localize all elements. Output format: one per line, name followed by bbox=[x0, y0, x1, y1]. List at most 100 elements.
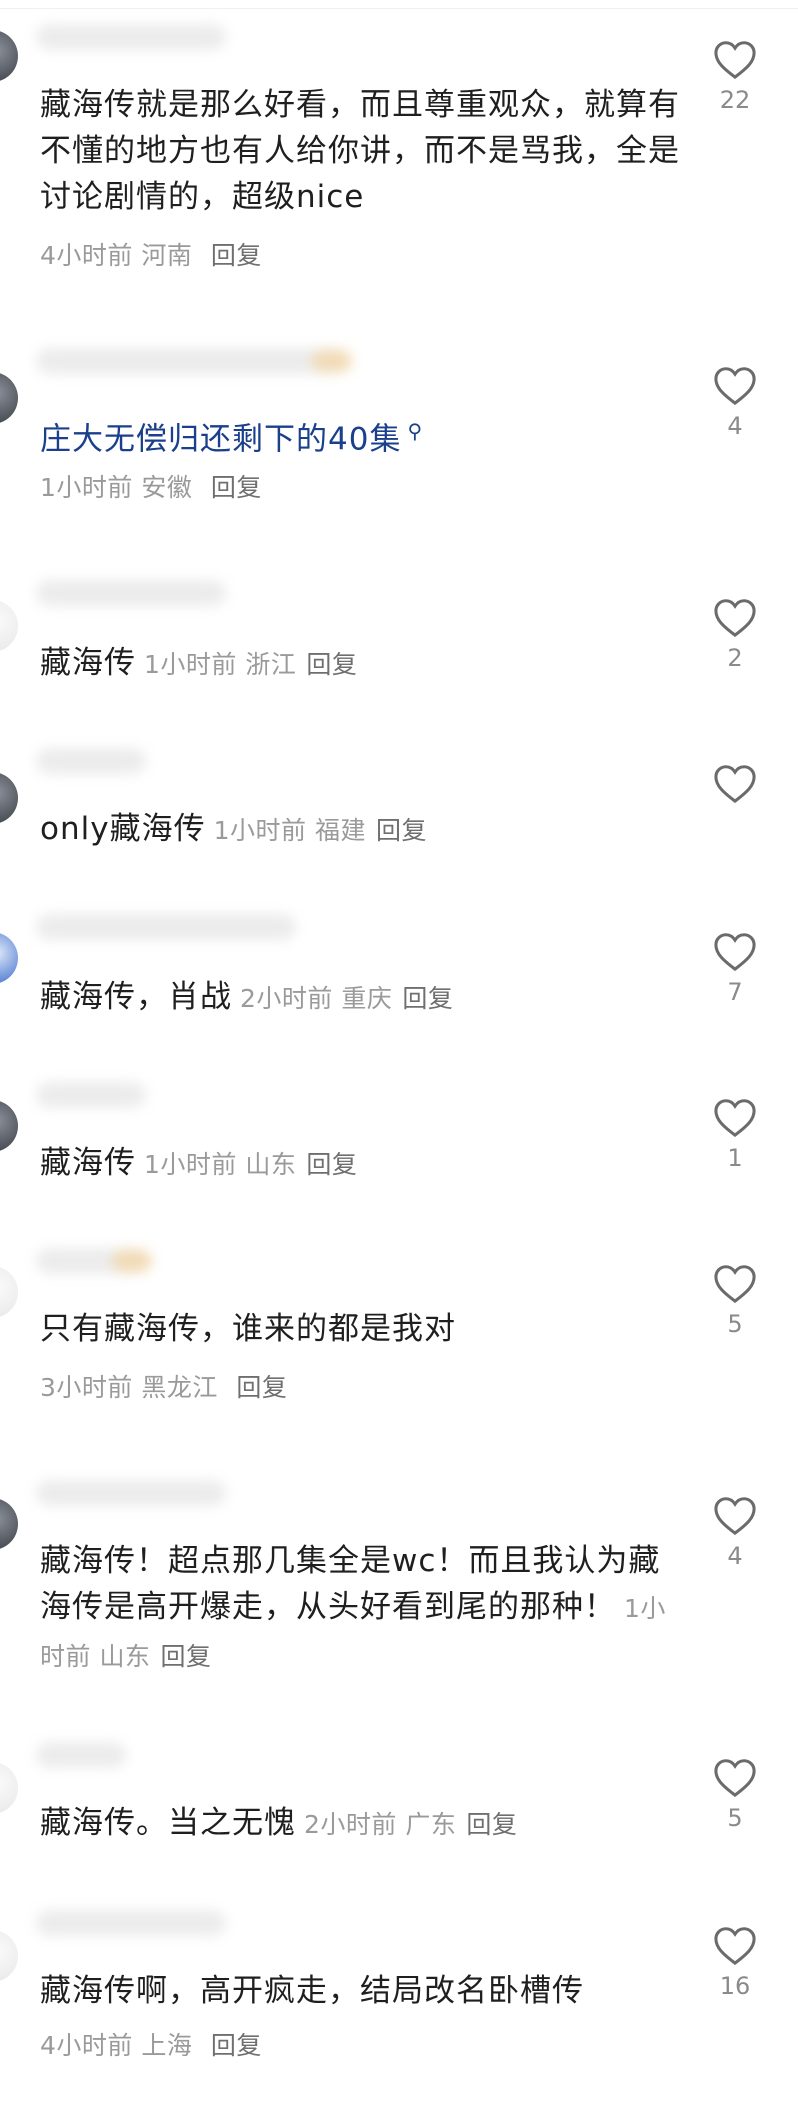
comment-line: only藏海传 1小时前 福建 回复 bbox=[40, 806, 680, 854]
username-blurred[interactable] bbox=[36, 348, 352, 374]
heart-icon bbox=[714, 1265, 756, 1304]
comment-text-link[interactable]: 庄大无偿归还剩下的40集 ⚲ bbox=[40, 408, 680, 462]
avatar[interactable] bbox=[0, 1100, 18, 1152]
username-blurred[interactable] bbox=[36, 1480, 226, 1506]
comment-meta: 1小时前 福建 回复 bbox=[214, 816, 427, 845]
username-blurred[interactable] bbox=[36, 914, 296, 940]
username-blurred[interactable] bbox=[36, 1248, 152, 1274]
avatar[interactable] bbox=[0, 772, 18, 824]
reply-button[interactable]: 回复 bbox=[211, 473, 262, 502]
like-button[interactable]: 1 bbox=[710, 1096, 760, 1172]
comment-meta: 1小时前 安徽 回复 bbox=[40, 468, 262, 504]
username-blurred[interactable] bbox=[36, 24, 226, 50]
username-blurred[interactable] bbox=[36, 1082, 146, 1108]
comment-text: 藏海传 bbox=[40, 645, 136, 681]
like-count: 1 bbox=[727, 1144, 743, 1172]
like-button[interactable]: 16 bbox=[710, 1924, 760, 2000]
comment-time: 1小时前 bbox=[144, 650, 237, 679]
comment-text: 藏海传！超点那几集全是wc！而且我认为藏海传是高开爆走，从头好看到尾的那种！ bbox=[40, 1543, 661, 1625]
avatar[interactable] bbox=[0, 1498, 18, 1550]
comment-line: 藏海传 1小时前 山东 回复 bbox=[40, 1140, 680, 1188]
heart-icon bbox=[714, 765, 756, 804]
reply-button[interactable]: 回复 bbox=[402, 984, 453, 1013]
reply-button[interactable]: 回复 bbox=[306, 1150, 357, 1179]
comment-location: 安徽 bbox=[141, 473, 193, 502]
avatar[interactable] bbox=[0, 1930, 18, 1982]
reply-button[interactable]: 回复 bbox=[211, 2031, 262, 2060]
like-button[interactable]: 7 bbox=[710, 930, 760, 1006]
reply-button[interactable]: 回复 bbox=[376, 816, 427, 845]
reply-button[interactable]: 回复 bbox=[160, 1642, 211, 1671]
like-count: 4 bbox=[727, 412, 743, 440]
comment-time: 2小时前 bbox=[304, 1810, 397, 1839]
username-blurred[interactable] bbox=[36, 1742, 126, 1768]
username-blurred[interactable] bbox=[36, 1910, 226, 1936]
comment-location: 上海 bbox=[141, 2031, 193, 2060]
comment-text: only藏海传 bbox=[40, 811, 206, 847]
avatar[interactable] bbox=[0, 30, 18, 82]
comment-location: 浙江 bbox=[245, 650, 297, 679]
heart-icon bbox=[714, 1927, 756, 1966]
avatar[interactable] bbox=[0, 1266, 18, 1318]
reply-button[interactable]: 回复 bbox=[211, 241, 262, 270]
avatar[interactable] bbox=[0, 1762, 18, 1814]
comment-text: 藏海传，肖战 bbox=[40, 979, 232, 1015]
comment-time: 4小时前 bbox=[40, 2031, 133, 2060]
comment-meta: 4小时前 上海 回复 bbox=[40, 2026, 262, 2062]
heart-icon bbox=[714, 367, 756, 406]
avatar[interactable] bbox=[0, 600, 18, 652]
like-button[interactable]: 5 bbox=[710, 1756, 760, 1832]
comment-location: 重庆 bbox=[341, 984, 393, 1013]
comment-meta: 1小时前 山东 回复 bbox=[144, 1150, 357, 1179]
comment-location: 广东 bbox=[405, 1810, 457, 1839]
like-button[interactable]: 5 bbox=[710, 1262, 760, 1338]
like-button[interactable]: 4 bbox=[710, 1494, 760, 1570]
username-blurred[interactable] bbox=[36, 748, 146, 774]
comment-line: 藏海传，肖战 2小时前 重庆 回复 bbox=[40, 974, 680, 1022]
comment-meta: 3小时前 黑龙江 回复 bbox=[40, 1368, 287, 1404]
comment-text: 只有藏海传，谁来的都是我对 bbox=[40, 1311, 456, 1347]
search-icon[interactable]: ⚲ bbox=[407, 419, 423, 443]
comment-meta: 2小时前 广东 回复 bbox=[304, 1810, 517, 1839]
comment-time: 4小时前 bbox=[40, 241, 133, 270]
avatar[interactable] bbox=[0, 372, 18, 424]
comment-text: 藏海传啊，高开疯走，结局改名卧槽传 bbox=[40, 1973, 584, 2009]
like-count: 4 bbox=[727, 1542, 743, 1570]
top-divider bbox=[0, 8, 798, 9]
like-count: 2 bbox=[727, 644, 743, 672]
comment-location: 黑龙江 bbox=[141, 1373, 218, 1402]
comment-text: 藏海传。当之无愧 bbox=[40, 1805, 296, 1841]
reply-button[interactable]: 回复 bbox=[236, 1373, 287, 1402]
like-button[interactable]: 2 bbox=[710, 596, 760, 672]
heart-icon bbox=[714, 41, 756, 80]
reply-button[interactable]: 回复 bbox=[306, 650, 357, 679]
comment-line: 藏海传。当之无愧 2小时前 广东 回复 bbox=[40, 1800, 680, 1848]
comment-time: 2小时前 bbox=[240, 984, 333, 1013]
like-button[interactable] bbox=[710, 762, 760, 810]
comment-line: 藏海传！超点那几集全是wc！而且我认为藏海传是高开爆走，从头好看到尾的那种！ 1小… bbox=[40, 1538, 670, 1680]
like-count: 22 bbox=[719, 86, 751, 114]
comment-time: 1小时前 bbox=[213, 816, 307, 845]
comment-location: 福建 bbox=[314, 816, 366, 845]
comment-time: 1小时前 bbox=[144, 1150, 237, 1179]
heart-icon bbox=[714, 1099, 756, 1138]
like-count: 5 bbox=[727, 1310, 743, 1338]
comment-time: 1小时前 bbox=[40, 473, 133, 502]
comment-text[interactable]: 庄大无偿归还剩下的40集 bbox=[40, 421, 401, 457]
comment-text: 藏海传 bbox=[40, 1145, 136, 1181]
like-button[interactable]: 22 bbox=[710, 38, 760, 114]
comment-text: 藏海传就是那么好看，而且尊重观众，就算有不懂的地方也有人给你讲，而不是骂我，全是… bbox=[40, 87, 680, 215]
heart-icon bbox=[714, 599, 756, 638]
heart-icon bbox=[714, 933, 756, 972]
reply-button[interactable]: 回复 bbox=[466, 1810, 517, 1839]
like-button[interactable]: 4 bbox=[710, 364, 760, 440]
avatar[interactable] bbox=[0, 932, 18, 984]
like-count: 7 bbox=[727, 978, 743, 1006]
comment-location: 河南 bbox=[141, 241, 193, 270]
comment-meta: 4小时前 河南 回复 bbox=[40, 236, 262, 272]
like-count: 16 bbox=[719, 1972, 751, 2000]
comment-meta: 2小时前 重庆 回复 bbox=[240, 984, 453, 1013]
heart-icon bbox=[714, 1759, 756, 1798]
comment-location: 山东 bbox=[245, 1150, 297, 1179]
username-blurred[interactable] bbox=[36, 580, 226, 606]
